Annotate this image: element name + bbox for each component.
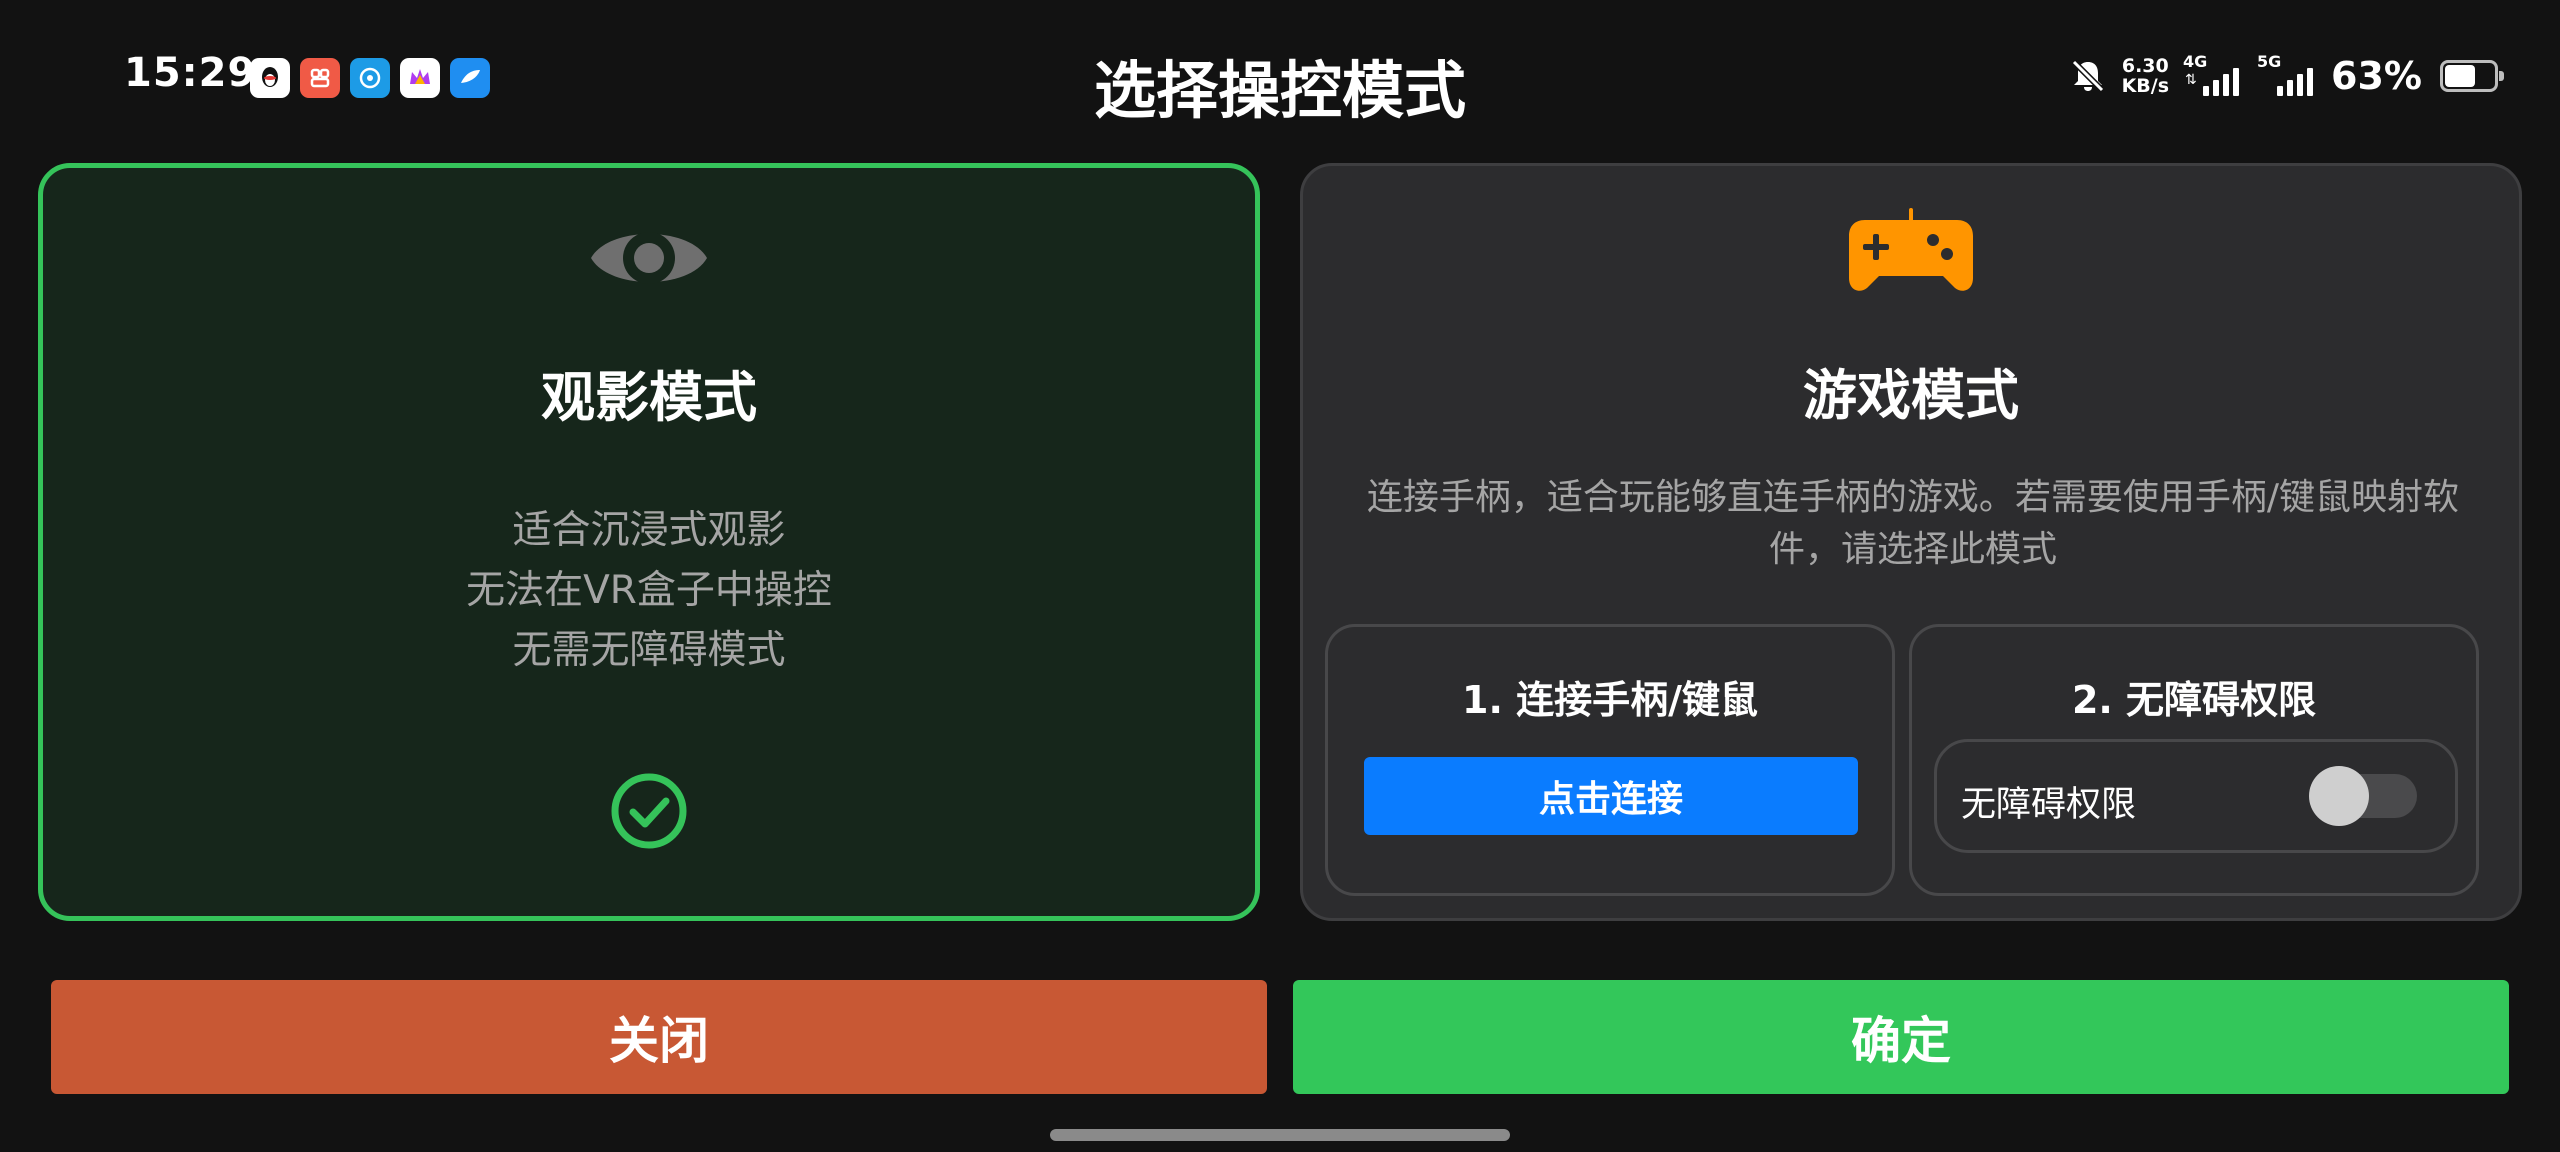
gamepad-icon bbox=[1849, 208, 1973, 291]
cellular-signal-1: 4G ⇅ bbox=[2183, 52, 2243, 98]
network-speed-unit: KB/s bbox=[2121, 75, 2170, 97]
view-mode-description: 适合沉浸式观影 无法在VR盒子中操控 无需无障碍模式 bbox=[43, 501, 1255, 681]
accessibility-toggle[interactable] bbox=[2309, 766, 2417, 826]
view-mode-desc-line: 无需无障碍模式 bbox=[512, 628, 786, 673]
confirm-button[interactable]: 确定 bbox=[1293, 980, 2509, 1094]
signal-bars-icon bbox=[2203, 68, 2240, 96]
view-mode-desc-line: 适合沉浸式观影 bbox=[512, 508, 786, 553]
accessibility-toggle-label: 无障碍权限 bbox=[1961, 785, 2137, 825]
close-button[interactable]: 关闭 bbox=[51, 980, 1267, 1094]
connect-controller-title: 1. 连接手柄/键鼠 bbox=[1462, 678, 1758, 722]
game-mode-description: 连接手柄，适合玩能够直连手柄的游戏。若需要使用手柄/键鼠映射软件，请选择此模式 bbox=[1366, 477, 2460, 570]
game-mode-title: 游戏模式 bbox=[1803, 364, 2019, 427]
network-speed-value: 6.30 bbox=[2121, 55, 2169, 77]
data-arrows-icon: ⇅ bbox=[2185, 72, 2197, 88]
network-speed: 6.30 KB/s bbox=[2122, 56, 2169, 96]
system-status: 6.30 KB/s 4G ⇅ 5G 63% bbox=[2068, 52, 2504, 98]
cellular-signal-2: 5G bbox=[2257, 52, 2317, 98]
accessibility-panel: 2. 无障碍权限 无障碍权限 bbox=[1909, 624, 2479, 896]
view-mode-desc-line: 无法在VR盒子中操控 bbox=[466, 568, 832, 613]
connect-controller-panel: 1. 连接手柄/键鼠 点击连接 bbox=[1325, 624, 1895, 896]
status-bar: 15:29 选择操控模式 6.30 KB/s 4G ⇅ 5G 63% bbox=[0, 0, 2560, 150]
view-mode-card[interactable]: 观影模式 适合沉浸式观影 无法在VR盒子中操控 无需无障碍模式 bbox=[38, 163, 1260, 921]
game-mode-card[interactable]: 游戏模式 连接手柄，适合玩能够直连手柄的游戏。若需要使用手柄/键鼠映射软件，请选… bbox=[1300, 163, 2522, 921]
accessibility-toggle-row[interactable]: 无障碍权限 bbox=[1934, 739, 2458, 853]
bell-off-icon bbox=[2071, 59, 2104, 93]
connect-button[interactable]: 点击连接 bbox=[1364, 757, 1858, 835]
battery-tip bbox=[2499, 71, 2504, 81]
battery-percent: 63% bbox=[2331, 54, 2422, 98]
battery-level bbox=[2445, 65, 2475, 87]
signal-bars-icon bbox=[2277, 68, 2314, 96]
accessibility-title: 2. 无障碍权限 bbox=[2071, 678, 2317, 722]
view-mode-title: 观影模式 bbox=[541, 366, 757, 429]
eye-icon bbox=[591, 232, 707, 284]
home-indicator[interactable] bbox=[1050, 1129, 1510, 1141]
battery-icon bbox=[2440, 60, 2504, 92]
check-circle-icon bbox=[611, 773, 687, 849]
toggle-knob bbox=[2309, 766, 2369, 826]
